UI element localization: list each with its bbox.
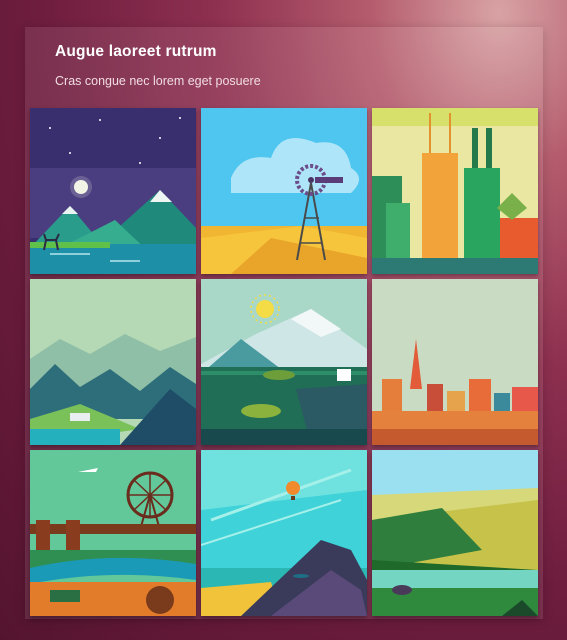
gallery-tile-forest[interactable] — [372, 450, 538, 616]
gallery-tile-san-francisco[interactable] — [372, 279, 538, 445]
london-ferris-wheel-image — [30, 450, 196, 616]
gallery-tile-seattle[interactable] — [201, 279, 367, 445]
forest-bear-image — [372, 450, 538, 616]
card-title: Augue laoreet rutrum — [55, 43, 217, 60]
gallery-tile-london[interactable] — [30, 450, 196, 616]
gallery-tile-beach[interactable] — [201, 450, 367, 616]
misty-valley-image — [30, 279, 196, 445]
gallery-tile-windmill[interactable] — [201, 108, 367, 274]
san-francisco-image — [372, 279, 538, 445]
gallery-tile-night-mountains[interactable] — [30, 108, 196, 274]
gallery-tile-city[interactable] — [372, 108, 538, 274]
gallery-card: Augue laoreet rutrum Cras congue nec lor… — [25, 27, 543, 619]
beach-cliffs-balloon-image — [201, 450, 367, 616]
windmill-field-image — [201, 108, 367, 274]
seattle-mountain-image — [201, 279, 367, 445]
image-grid — [30, 108, 538, 616]
city-skyscrapers-image — [372, 108, 538, 274]
night-mountains-image — [30, 108, 196, 274]
card-header: Augue laoreet rutrum Cras congue nec lor… — [55, 43, 261, 88]
card-subtitle: Cras congue nec lorem eget posuere — [55, 74, 261, 88]
gallery-tile-valley[interactable] — [30, 279, 196, 445]
